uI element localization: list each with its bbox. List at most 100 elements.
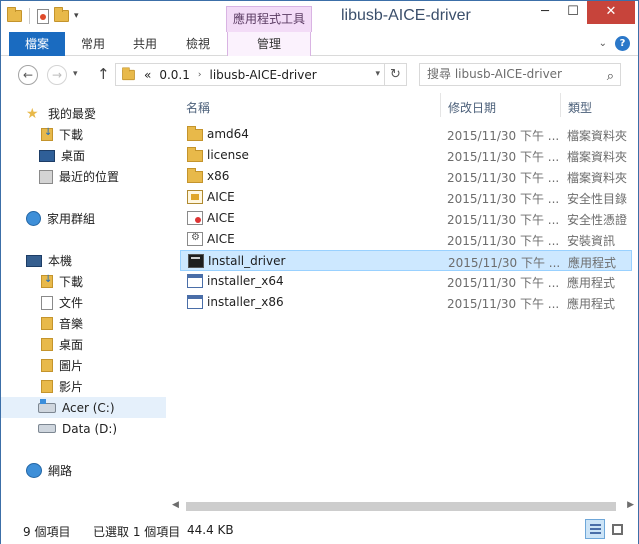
breadcrumb-0.0.1[interactable]: 0.0.1 [159,68,190,82]
file-type: 安全性憑證 [567,213,628,227]
folder-icon [187,126,203,141]
file-row[interactable]: amd64 2015/11/30 下午 ... 檔案資料夾 [180,124,632,145]
nav-favorites-recent[interactable]: 最近的位置 [1,166,166,187]
window-title: libusb-AICE-driver [341,7,471,24]
toolbar-divider [29,8,30,24]
nav-pc-pictures[interactable]: 圖片 [1,355,166,376]
recent-locations-dropdown[interactable]: ▾ [73,69,78,79]
nav-pc-desktop[interactable]: 桌面 [1,334,166,355]
nav-pc-drive-c[interactable]: Acer (C:) [1,397,166,418]
file-row-selected[interactable]: Install_driver 2015/11/30 下午 ... 應用程式 [180,250,632,271]
nav-pc-downloads[interactable]: 下載 [1,271,166,292]
nav-favorites-label: 我的最愛 [48,107,97,121]
system-drive-icon [38,398,56,413]
file-row[interactable]: AICE 2015/11/30 下午 ... 安全性目錄 [180,187,632,208]
tab-file[interactable]: 檔案 [9,32,65,56]
file-name: AICE [207,190,235,204]
nav-this-pc[interactable]: 本機 [1,250,166,271]
explorer-window: ▾ 應用程式工具 libusb-AICE-driver ─ ☐ ✕ 檔案 常用 … [0,0,639,544]
nav-item-label: 最近的位置 [59,170,120,184]
application-icon [187,274,203,288]
file-row[interactable]: installer_x86 2015/11/30 下午 ... 應用程式 [180,292,632,313]
file-name: x86 [207,169,230,183]
maximize-button[interactable]: ☐ [559,1,587,24]
details-view-button[interactable] [585,519,605,539]
nav-network[interactable]: 網路 [1,460,166,481]
up-button[interactable]: ↑ [97,65,110,83]
close-button[interactable]: ✕ [587,1,635,24]
file-date: 2015/11/30 下午 ... [447,129,560,143]
nav-item-label: 桌面 [59,338,84,352]
nav-favorites[interactable]: ★ 我的最愛 [1,103,166,124]
file-row[interactable]: installer_x64 2015/11/30 下午 ... 應用程式 [180,271,632,292]
nav-favorites-downloads[interactable]: 下載 [1,124,166,145]
expand-ribbon-icon[interactable]: ⌄ [599,38,607,49]
nav-pc-documents[interactable]: 文件 [1,292,166,313]
application-tools-tab-group: 應用程式工具 [226,6,312,32]
refresh-icon[interactable]: ↻ [384,64,406,85]
forward-button[interactable]: → [47,65,67,85]
file-type: 檔案資料夾 [567,129,628,143]
file-type: 應用程式 [567,276,616,290]
folder-icon[interactable] [7,7,22,22]
scroll-right-icon[interactable]: ▶ [627,500,634,510]
customize-toolbar-dropdown[interactable]: ▾ [74,11,79,21]
tab-manage[interactable]: 管理 [227,32,311,56]
breadcrumb-libusb-aice-driver[interactable]: libusb-AICE-driver [210,68,317,82]
navigation-pane: ★ 我的最愛 下載 桌面 最近的位置 家用群組 本機 下載 文 [1,93,166,509]
file-row[interactable]: AICE 2015/11/30 下午 ... 安裝資訊 [180,229,632,250]
large-icons-view-icon [612,524,623,535]
search-input[interactable]: 搜尋 libusb-AICE-driver ⌕ [419,63,621,86]
back-button[interactable]: ← [18,65,38,85]
search-icon[interactable]: ⌕ [607,66,614,87]
nav-homegroup[interactable]: 家用群組 [1,208,166,229]
nav-network-label: 網路 [48,464,73,478]
file-type: 安裝資訊 [567,234,616,248]
tab-share[interactable]: 共用 [121,32,169,56]
nav-favorites-desktop[interactable]: 桌面 [1,145,166,166]
file-name: installer_x64 [207,274,284,288]
column-headers: ^ 名稱 修改日期 類型 [170,93,636,117]
details-view-icon [590,524,601,534]
file-type: 檔案資料夾 [567,150,628,164]
setup-information-icon [187,232,203,246]
nav-pc-music[interactable]: 音樂 [1,313,166,334]
tab-view[interactable]: 檢視 [173,32,223,56]
videos-folder-icon [41,380,53,393]
selection-count: 已選取 1 個項目 [93,525,181,539]
nav-item-label: 圖片 [59,359,84,373]
file-date: 2015/11/30 下午 ... [447,150,560,164]
chevron-right-icon[interactable]: › [198,70,202,80]
tab-home[interactable]: 常用 [65,32,121,56]
file-row[interactable]: license 2015/11/30 下午 ... 檔案資料夾 [180,145,632,166]
large-icons-view-button[interactable] [607,519,627,539]
properties-icon[interactable] [37,8,49,24]
nav-pc-drive-d[interactable]: Data (D:) [1,418,166,439]
file-row[interactable]: x86 2015/11/30 下午 ... 檔案資料夾 [180,166,632,187]
column-header-name[interactable]: 名稱 [186,99,210,116]
help-icon[interactable]: ? [615,36,630,51]
column-divider[interactable] [440,93,441,117]
ribbon-controls: ⌄ ? [599,36,630,51]
scroll-left-icon[interactable]: ◀ [172,500,179,510]
minimize-button[interactable]: ─ [531,1,559,24]
nav-homegroup-label: 家用群組 [47,212,96,226]
column-divider[interactable] [560,93,561,117]
nav-pc-videos[interactable]: 影片 [1,376,166,397]
nav-item-label: 下載 [59,128,84,142]
address-bar[interactable]: « 0.0.1 › libusb-AICE-driver ▾ ↻ [115,63,407,86]
breadcrumb-overflow[interactable]: « [144,68,151,82]
file-row[interactable]: AICE 2015/11/30 下午 ... 安全性憑證 [180,208,632,229]
desktop-icon [39,149,55,162]
horizontal-scrollbar[interactable]: ◀ ▶ [170,498,636,515]
new-folder-icon[interactable] [54,7,69,22]
file-date: 2015/11/30 下午 ... [447,192,560,206]
column-header-type[interactable]: 類型 [568,99,592,116]
file-type: 檔案資料夾 [567,171,628,185]
address-dropdown[interactable]: ▾ [375,69,380,79]
command-icon [188,254,204,268]
file-date: 2015/11/30 下午 ... [448,256,561,270]
column-header-date[interactable]: 修改日期 [448,99,496,116]
scrollbar-thumb[interactable] [186,502,616,511]
file-name: installer_x86 [207,295,284,309]
